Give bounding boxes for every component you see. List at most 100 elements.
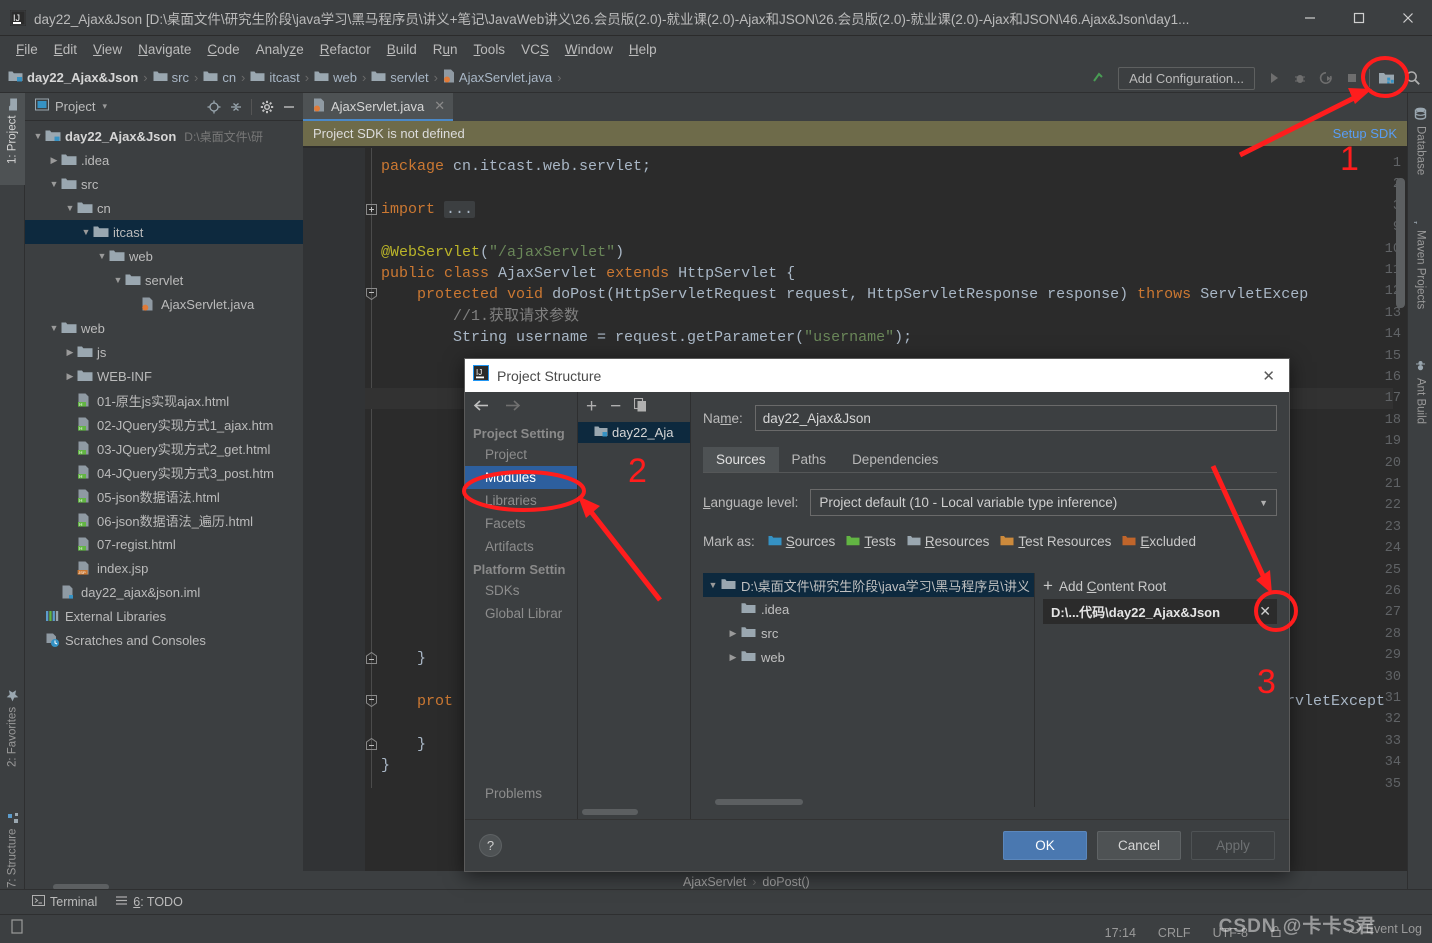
statusbar-item-terminal[interactable]: Terminal — [32, 894, 97, 910]
content-root-tree-row[interactable]: ▶ web — [703, 645, 1034, 669]
nav-item-modules[interactable]: Modules — [465, 466, 577, 489]
tree-row[interactable]: H 06-json数据语法_遍历.html — [25, 508, 303, 532]
remove-module-icon[interactable]: − — [610, 397, 621, 416]
run-coverage-icon[interactable] — [1313, 65, 1339, 91]
breadcrumb-item-src[interactable]: src — [153, 70, 189, 85]
content-root-tree-row[interactable]: ▶ src — [703, 621, 1034, 645]
arrow-left-icon[interactable] — [473, 399, 490, 416]
tree-row[interactable]: JSP index.jsp — [25, 556, 303, 580]
tree-row[interactable]: ▼ servlet — [25, 268, 303, 292]
tree-row[interactable]: H 05-json数据语法.html — [25, 484, 303, 508]
code-line[interactable]: } — [381, 648, 426, 669]
chevron-down-icon[interactable]: ▼ — [95, 251, 109, 261]
tree-row[interactable]: H 02-JQuery实现方式1_ajax.htm — [25, 412, 303, 436]
stop-icon[interactable] — [1339, 65, 1365, 91]
tree-row[interactable]: ▼ web — [25, 316, 303, 340]
chevron-down-icon[interactable]: ▼ — [111, 275, 125, 285]
mark-as-excluded-button[interactable]: Excluded — [1122, 534, 1196, 549]
chevron-down-icon[interactable]: ▼ — [79, 227, 93, 237]
project-tree[interactable]: ▼ day22_Ajax&Json D:\桌面文件\研 ▶ .idea ▼ src ▼ cn ▼ i… — [25, 121, 303, 875]
code-line[interactable]: package cn.itcast.web.servlet; — [381, 156, 651, 177]
add-module-icon[interactable]: + — [586, 397, 597, 416]
code-line[interactable]: } — [381, 734, 426, 755]
dialog-close-icon[interactable]: ✕ — [1256, 367, 1281, 385]
mark-as-resources-button[interactable]: Resources — [907, 534, 989, 549]
code-line[interactable]: prot — [381, 691, 453, 712]
menu-item-refactor[interactable]: Refactor — [312, 39, 379, 60]
statusbar-item-todo[interactable]: 6: TODO — [115, 894, 183, 910]
fold-toggle-icon[interactable] — [366, 287, 377, 301]
nav-item-sdks[interactable]: SDKs — [465, 579, 577, 602]
add-content-root-button[interactable]: + Add Content Root — [1043, 573, 1277, 599]
chevron-down-icon[interactable]: ▼ — [47, 323, 61, 333]
sidebar-item-database[interactable]: Database — [1408, 101, 1432, 196]
minimize-button[interactable] — [1285, 0, 1334, 36]
menu-item-run[interactable]: Run — [425, 39, 466, 60]
mark-as-tests-button[interactable]: Tests — [846, 534, 896, 549]
mark-as-test-resources-button[interactable]: Test Resources — [1000, 534, 1111, 549]
code-line[interactable]: //1.获取请求参数 — [381, 306, 579, 327]
chevron-right-icon[interactable]: ▶ — [725, 628, 741, 639]
sidebar-item-ant-build[interactable]: Ant Build — [1408, 353, 1432, 463]
build-icon[interactable] — [1086, 65, 1112, 91]
search-icon[interactable] — [1400, 65, 1426, 91]
menu-item-navigate[interactable]: Navigate — [130, 39, 199, 60]
chevron-down-icon[interactable]: ▼ — [31, 131, 45, 141]
menu-item-tools[interactable]: Tools — [466, 39, 514, 60]
nav-item-libraries[interactable]: Libraries — [465, 489, 577, 512]
content-root-tree-row[interactable]: ▼ D:\桌面文件\研究生阶段\java学习\黑马程序员\讲义 — [703, 573, 1034, 597]
tree-row[interactable]: H 04-JQuery实现方式3_post.htm — [25, 460, 303, 484]
cancel-button[interactable]: Cancel — [1097, 831, 1181, 860]
editor-vertical-scrollbar[interactable] — [1396, 178, 1405, 308]
close-button[interactable] — [1383, 0, 1432, 36]
breadcrumb-item-servlet[interactable]: servlet — [371, 70, 429, 85]
tree-row[interactable]: External Libraries — [25, 604, 303, 628]
chevron-right-icon[interactable]: ▶ — [63, 347, 77, 358]
tree-row[interactable]: AjaxServlet.java — [25, 292, 303, 316]
menu-item-build[interactable]: Build — [379, 39, 425, 60]
fold-toggle-icon[interactable] — [366, 737, 377, 750]
code-line[interactable]: String username = request.getParameter("… — [381, 327, 912, 348]
dialog-tab-dependencies[interactable]: Dependencies — [839, 447, 951, 472]
chevron-right-icon[interactable]: ▶ — [47, 155, 61, 166]
settings-gear-icon[interactable] — [257, 97, 277, 117]
arrow-right-icon[interactable] — [504, 399, 521, 416]
menu-item-vcs[interactable]: VCS — [513, 39, 557, 60]
ok-button[interactable]: OK — [1003, 831, 1087, 860]
help-button[interactable]: ? — [479, 834, 502, 857]
tree-row[interactable]: day22_ajax&json.iml — [25, 580, 303, 604]
tree-row[interactable]: ▼ web — [25, 244, 303, 268]
editor-breadcrumb-item[interactable]: AjaxServlet — [683, 875, 746, 889]
nav-item-facets[interactable]: Facets — [465, 512, 577, 535]
dialog-tab-sources[interactable]: Sources — [703, 447, 779, 472]
nav-item-problems[interactable]: Problems — [465, 782, 542, 805]
tree-row[interactable]: H 03-JQuery实现方式2_get.html — [25, 436, 303, 460]
collapse-all-icon[interactable] — [226, 97, 246, 117]
chevron-right-icon[interactable]: ▶ — [725, 652, 741, 663]
chevron-down-icon[interactable]: ▼ — [63, 203, 77, 213]
add-configuration-button[interactable]: Add Configuration... — [1118, 66, 1255, 90]
tree-row[interactable]: ▶ WEB-INF — [25, 364, 303, 388]
tree-row[interactable]: ▼ itcast — [25, 220, 303, 244]
tree-row[interactable]: ▼ cn — [25, 196, 303, 220]
tree-row[interactable]: ▶ js — [25, 340, 303, 364]
run-icon[interactable] — [1261, 65, 1287, 91]
breadcrumb-item-cn[interactable]: cn — [203, 70, 236, 85]
editor-tab-ajaxservlet[interactable]: AjaxServlet.java ✕ — [303, 93, 454, 121]
apply-button[interactable]: Apply — [1191, 831, 1275, 860]
sidebar-item-project[interactable]: 1: Project — [0, 93, 25, 185]
setup-sdk-link[interactable]: Setup SDK — [1333, 126, 1397, 141]
roots-horizontal-scrollbar[interactable] — [715, 799, 803, 805]
hide-panel-icon[interactable] — [279, 97, 299, 117]
menu-item-file[interactable]: File — [8, 39, 46, 60]
chevron-down-icon[interactable]: ▼ — [705, 580, 721, 590]
project-structure-icon[interactable] — [1374, 65, 1400, 91]
fold-toggle-icon[interactable] — [366, 694, 377, 708]
tree-row[interactable]: H 01-原生js实现ajax.html — [25, 388, 303, 412]
menu-item-edit[interactable]: Edit — [46, 39, 85, 60]
code-line[interactable]: protected void doPost(HttpServletRequest… — [381, 284, 1308, 305]
menu-item-window[interactable]: Window — [557, 39, 621, 60]
chevron-down-icon[interactable]: ▼ — [47, 179, 61, 189]
content-root-tree[interactable]: ▼ D:\桌面文件\研究生阶段\java学习\黑马程序员\讲义 .idea ▶ src ▶… — [703, 573, 1035, 807]
copy-module-icon[interactable] — [634, 397, 647, 416]
